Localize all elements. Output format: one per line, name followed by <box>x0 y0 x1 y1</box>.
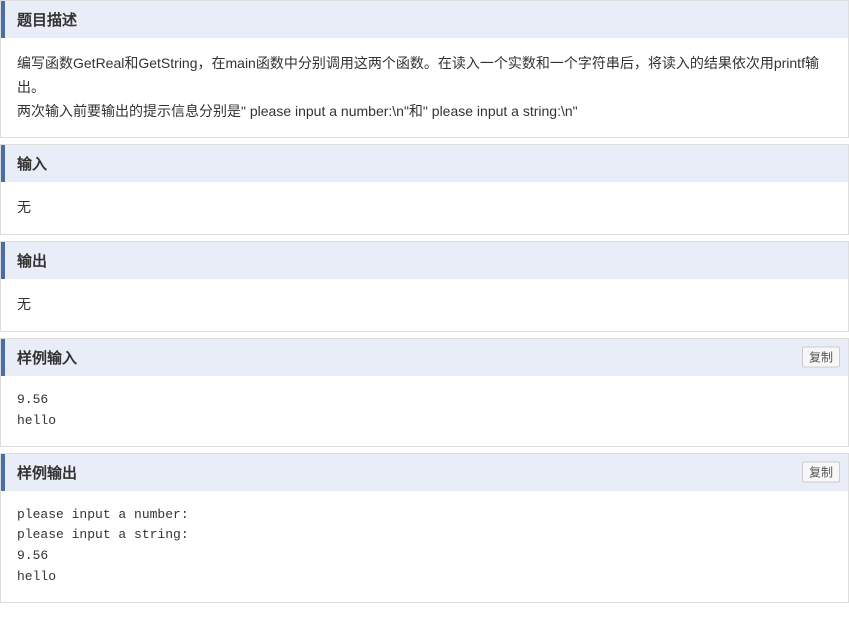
section-header-sample-output: 样例输出 复制 <box>1 454 848 491</box>
sample-output-content: please input a number: please input a st… <box>17 505 832 588</box>
section-title-input: 输入 <box>17 156 47 173</box>
description-line2: 两次输入前要输出的提示信息分别是" please input a number:… <box>17 100 832 124</box>
sample-input-content: 9.56 hello <box>17 390 832 432</box>
section-body-output: 无 <box>1 279 848 331</box>
section-title-sample-input: 样例输入 <box>17 350 77 367</box>
copy-button[interactable]: 复制 <box>802 462 840 483</box>
section-description: 题目描述 编写函数GetReal和GetString，在main函数中分别调用这… <box>0 0 849 138</box>
section-header-output: 输出 <box>1 242 848 279</box>
copy-button[interactable]: 复制 <box>802 347 840 368</box>
section-title-output: 输出 <box>17 253 47 270</box>
section-sample-input: 样例输入 复制 9.56 hello <box>0 338 849 447</box>
section-body-input: 无 <box>1 182 848 234</box>
section-body-sample-output: please input a number: please input a st… <box>1 491 848 602</box>
section-header-input: 输入 <box>1 145 848 182</box>
description-line1: 编写函数GetReal和GetString，在main函数中分别调用这两个函数。… <box>17 52 832 100</box>
section-body-sample-input: 9.56 hello <box>1 376 848 446</box>
section-header-sample-input: 样例输入 复制 <box>1 339 848 376</box>
section-input: 输入 无 <box>0 144 849 235</box>
section-title-description: 题目描述 <box>17 12 77 29</box>
section-title-sample-output: 样例输出 <box>17 465 77 482</box>
section-sample-output: 样例输出 复制 please input a number: please in… <box>0 453 849 603</box>
section-header-description: 题目描述 <box>1 1 848 38</box>
section-body-description: 编写函数GetReal和GetString，在main函数中分别调用这两个函数。… <box>1 38 848 137</box>
output-content: 无 <box>17 293 832 317</box>
input-content: 无 <box>17 196 832 220</box>
section-output: 输出 无 <box>0 241 849 332</box>
